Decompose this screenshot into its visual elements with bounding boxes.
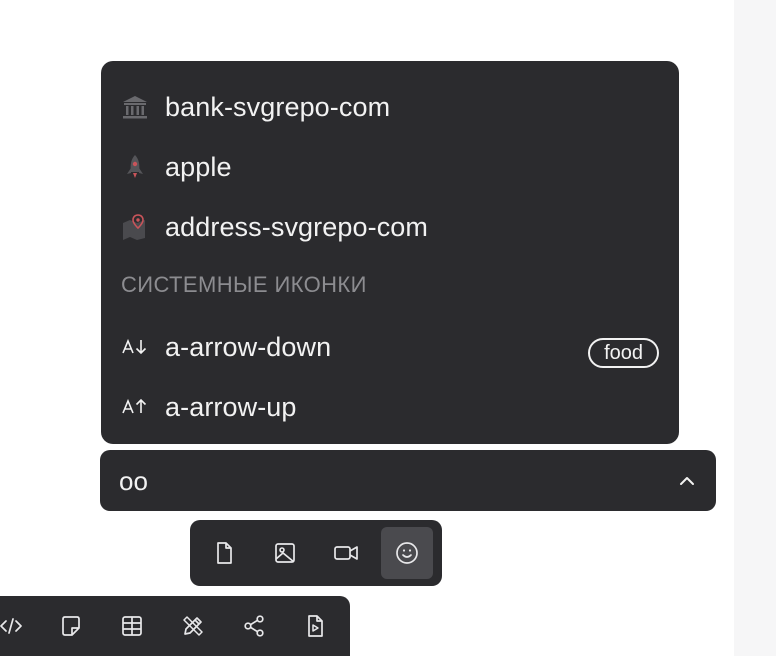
map-pin-icon: [119, 211, 151, 243]
a-arrow-up-icon: [119, 391, 151, 423]
video-icon: [333, 541, 359, 565]
draw-tools-button[interactable]: [167, 600, 219, 652]
dropdown-item-label: a-arrow-up: [165, 391, 297, 422]
video-file-button[interactable]: [289, 600, 341, 652]
dropdown-item-label: bank-svgrepo-com: [165, 91, 391, 122]
chevron-up-icon: [678, 472, 696, 490]
dropdown-item-bank[interactable]: bank-svgrepo-com: [101, 77, 679, 137]
dropdown-item-a-arrow-up[interactable]: a-arrow-up: [101, 377, 679, 437]
draw-tools-icon: [181, 614, 205, 638]
section-title: СИСТЕМНЫЕ ИКОНКИ: [121, 272, 367, 297]
sticky-note-icon: [59, 614, 83, 638]
table-icon: [120, 614, 144, 638]
dropdown-item-label: address-svgrepo-com: [165, 211, 429, 242]
rocket-icon: [119, 151, 151, 183]
dropdown-item-label: apple: [165, 151, 232, 182]
video-file-icon: [303, 614, 327, 638]
emoji-button[interactable]: [381, 527, 433, 579]
select-value: oo: [119, 466, 148, 496]
media-toolbar: [190, 520, 442, 586]
right-panel-edge: [734, 0, 776, 656]
file-icon: [212, 541, 236, 565]
insert-toolbar: [0, 596, 350, 656]
image-button[interactable]: [259, 527, 311, 579]
dropdown-item-apple[interactable]: apple: [101, 137, 679, 197]
code-icon: [0, 614, 23, 638]
dropdown-item-label: a-arrow-down: [165, 331, 332, 362]
share-icon: [242, 614, 266, 638]
icon-picker-dropdown: bank-svgrepo-com apple address-svgrepo-c…: [101, 61, 679, 444]
sticky-note-button[interactable]: [45, 600, 97, 652]
share-button[interactable]: [228, 600, 280, 652]
image-icon: [273, 541, 297, 565]
video-button[interactable]: [320, 527, 372, 579]
dropdown-item-address[interactable]: address-svgrepo-com: [101, 197, 679, 257]
code-button[interactable]: [0, 600, 37, 652]
icon-select[interactable]: oo: [100, 450, 716, 511]
file-button[interactable]: [198, 527, 250, 579]
smile-icon: [395, 541, 419, 565]
table-button[interactable]: [106, 600, 158, 652]
tag-badge: food: [588, 338, 659, 368]
a-arrow-down-icon: [119, 331, 151, 363]
bank-icon: [119, 91, 151, 123]
